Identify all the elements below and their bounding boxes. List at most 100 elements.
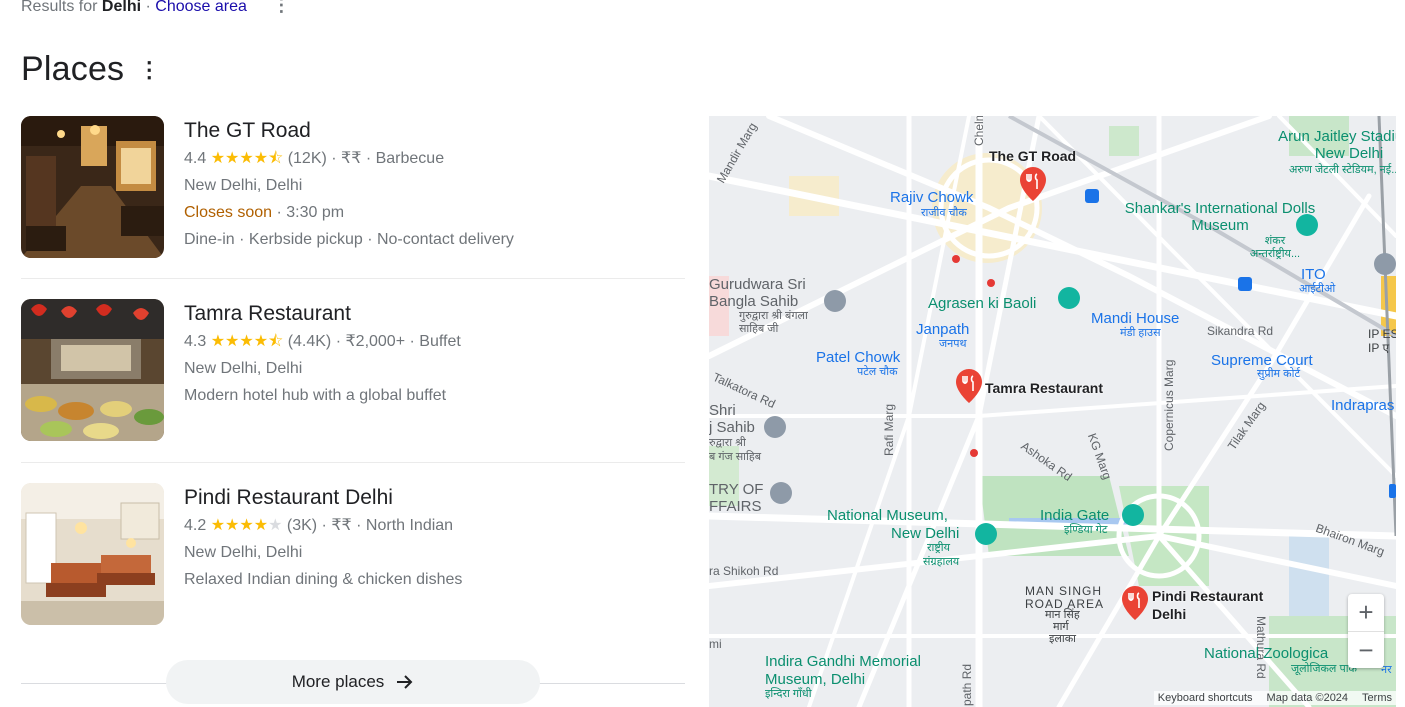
places-heading: Places ⋮ [21,50,160,89]
review-count: (12K) [287,150,327,167]
description: Relaxed Indian dining & chicken dishes [184,571,463,588]
map-label-shikoh: ra Shikoh Rd [709,564,779,578]
map-zoom-controls: + − [1348,594,1384,668]
map-label-ito[interactable]: ITO [1301,266,1326,283]
rating-stars: ★★★★⯪ [210,150,284,167]
map-label-gurudwara[interactable]: Gurudwara Sri Bangla Sahib [709,276,827,310]
zoom-in-button[interactable]: + [1348,594,1384,631]
separator-dot: · [145,0,151,15]
map-label-patel-hi: पटेल चौक [857,366,898,378]
restaurant-pin-tamra[interactable] [956,369,982,403]
map-label-agrasen[interactable]: Agrasen ki Baoli [928,295,1036,312]
map-attribution: Keyboard shortcuts Map data ©2024 Terms [1153,691,1396,705]
status-text: Closes soon [184,204,273,221]
map-label-gurudwara-hi: गुरुद्वारा श्री बंगला साहिब जी [739,310,808,335]
place-photo[interactable] [21,299,164,441]
hours-line: Closes soon · 3:30 pm [184,199,514,226]
category: North Indian [365,517,454,534]
map-label-mandi-house[interactable]: Mandi House [1091,310,1179,327]
map-label-igm-hi: इन्दिरा गाँधी [765,688,812,700]
map-label-ip-hi: IP ए [1368,341,1390,355]
map-label-nm-hi1: राष्ट्रीय [927,542,951,554]
map-label-nzp[interactable]: National Zoologica [1204,645,1328,662]
map-label-rakab-hi1: रुद्वारा श्री [709,437,746,449]
map-label-ito-hi: आईटीओ [1299,283,1336,295]
description: Modern hotel hub with a global buffet [184,387,447,404]
place-card-tamra[interactable]: Tamra Restaurant 4.3 ★★★★⯪ (4.4K) · ₹2,0… [21,299,685,441]
divider [21,462,685,463]
map-label-path-rd: path Rd [960,663,974,706]
map-label-janpath[interactable]: Janpath [916,321,969,338]
map-panel[interactable]: The GT Road Tamra Restaurant Pindi Resta… [709,116,1396,707]
map-label-shankars[interactable]: Shankar's International Dolls Museum [1115,200,1325,234]
place-info: The GT Road 4.4 ★★★★⯪ (12K) · ₹₹ · Barbe… [184,118,514,253]
rating-line: 4.3 ★★★★⯪ (4.4K) · ₹2,000+ · Buffet [184,333,461,350]
service-options: Dine-in · Kerbside pickup · No-contact d… [184,231,514,248]
map-label-tamra[interactable]: Tamra Restaurant [985,380,1103,397]
divider [21,278,685,279]
map-label-chelm: Chelm [972,116,986,146]
price-level: ₹₹ [341,150,362,167]
map-label-igm[interactable]: Indira Gandhi Memorial [765,653,921,670]
place-photo[interactable] [21,116,164,258]
map-label-gt-road[interactable]: The GT Road [989,148,1076,165]
rating-line: 4.4 ★★★★⯪ (12K) · ₹₹ · Barbecue [184,150,445,167]
category: Barbecue [375,150,445,167]
map-label-man-singh-hi3: इलाका [1049,633,1077,645]
map-label-rakab-1[interactable]: Shri [709,402,736,419]
map-label-patel-chowk[interactable]: Patel Chowk [816,349,900,366]
more-places-button[interactable]: More places [166,660,540,704]
map-label-indrapras[interactable]: Indrapras [1331,397,1394,414]
place-name[interactable]: Pindi Restaurant Delhi [184,485,462,511]
choose-area-link[interactable]: Choose area [155,0,247,15]
more-places-label: More places [291,672,385,691]
place-name[interactable]: The GT Road [184,118,514,144]
restaurant-pin-pindi[interactable] [1122,586,1148,620]
map-label-copernicus: Copernicus Marg [1162,359,1176,451]
more-options-icon[interactable]: ⋮ [271,0,291,14]
arrow-right-icon [394,672,414,692]
map-label-rajiv-hi: राजीव चौक [921,207,967,219]
map-label-rajiv-chowk[interactable]: Rajiv Chowk [890,189,973,206]
zoom-out-button[interactable]: − [1348,632,1384,669]
map-label-janpath-hi: जनपथ [939,338,967,350]
results-for-bar: Results for Delhi · Choose area ⋮ [21,0,291,16]
rating-value: 4.4 [184,150,207,167]
address: New Delhi, Delhi [184,360,303,377]
page-title: Places [21,50,125,88]
map-label-india-gate[interactable]: India Gate [1040,507,1109,524]
keyboard-shortcuts-link[interactable]: Keyboard shortcuts [1158,692,1253,704]
places-options-icon[interactable]: ⋮ [138,58,160,81]
map-label-supreme-court[interactable]: Supreme Court [1211,352,1313,369]
arun-jaitley-text: Arun Jaitley Stadium, New Delhi [1278,128,1396,162]
price-level: ₹₹ [331,517,352,534]
map-label-igm-2[interactable]: Museum, Delhi [765,671,865,688]
rating-stars: ★★★★⯪ [210,333,284,350]
address: New Delhi, Delhi [184,544,303,561]
terms-link[interactable]: Terms [1362,692,1392,704]
rating-value: 4.3 [184,333,207,350]
rating-line: 4.2 ★★★★★ (3K) · ₹₹ · North Indian [184,517,454,534]
map-label-shankar-hi: शंकर अन्तर्राष्ट्रीय... [1249,235,1301,260]
results-location: Delhi [101,0,142,15]
review-count: (3K) [286,517,318,534]
results-prefix: Results for [21,0,98,15]
place-card-gt-road[interactable]: The GT Road 4.4 ★★★★⯪ (12K) · ₹₹ · Barbe… [21,116,685,258]
place-photo[interactable] [21,483,164,625]
map-label-ministry[interactable]: TRY OF [709,481,763,498]
map-label-national-museum[interactable]: National Museum, [827,507,948,524]
map-label-sikandra: Sikandra Rd [1207,324,1274,338]
map-label-national-museum-2[interactable]: New Delhi [891,525,959,542]
restaurant-pin-gt-road[interactable] [1020,167,1046,201]
place-card-pindi[interactable]: Pindi Restaurant Delhi 4.2 ★★★★★ (3K) · … [21,483,685,625]
map-label-rakab-2[interactable]: j Sahib [709,419,755,436]
map-label-rafi-marg: Rafi Marg [882,403,896,456]
map-label-arun-jaitley[interactable]: Arun Jaitley Stadium, New Delhi [1269,128,1396,162]
place-info: Tamra Restaurant 4.3 ★★★★⯪ (4.4K) · ₹2,0… [184,301,461,409]
address: New Delhi, Delhi [184,177,303,194]
map-label-mi: mi [709,637,722,651]
map-label-mandi-hi: मंडी हाउस [1120,327,1161,339]
map-label-arun-hi: अरुण जेटली स्टेडियम, नई... [1289,164,1396,176]
map-label-ministry-2[interactable]: FFAIRS [709,498,762,515]
place-name[interactable]: Tamra Restaurant [184,301,461,327]
